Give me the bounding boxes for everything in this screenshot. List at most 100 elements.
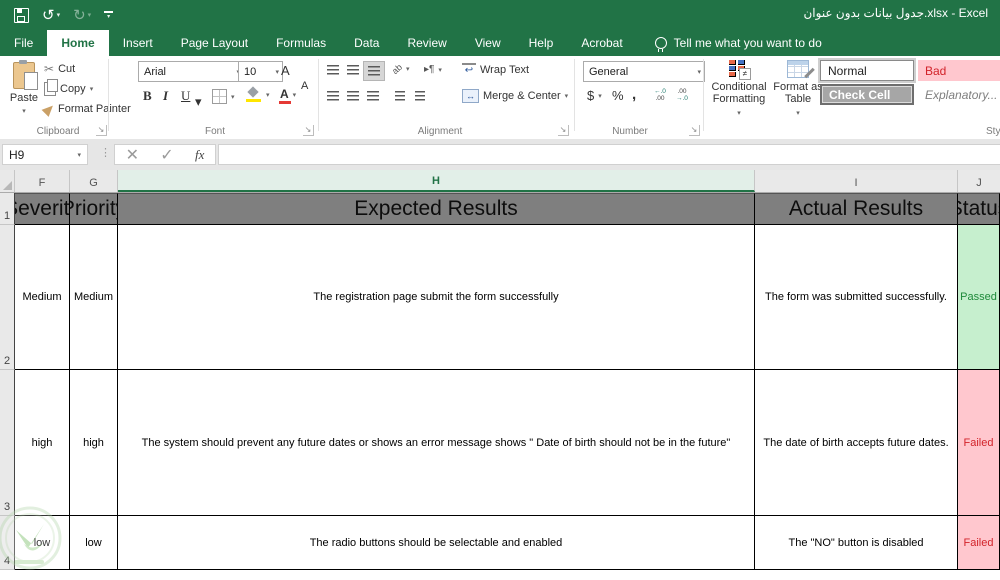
tab-page-layout[interactable]: Page Layout (167, 30, 262, 56)
enter-button[interactable]: ✓ (160, 145, 173, 165)
style-normal[interactable]: Normal (820, 60, 914, 81)
row-header-2[interactable]: 2 (0, 225, 15, 370)
number-format-select[interactable]: General ▾ (583, 61, 705, 82)
copy-button[interactable]: Copy ▾ (44, 79, 93, 96)
cell-actual[interactable]: The date of birth accepts future dates. (755, 370, 958, 516)
tab-formulas[interactable]: Formulas (262, 30, 340, 56)
font-size-value: 10 (244, 65, 257, 78)
comma-style-button[interactable]: , (632, 86, 636, 103)
cell-expected[interactable]: The radio buttons should be selectable a… (118, 516, 755, 570)
orientation-button[interactable]: ab ▾ (390, 62, 410, 76)
row-header-3[interactable]: 3 (0, 370, 15, 516)
tab-help[interactable]: Help (515, 30, 568, 56)
cell-expected[interactable]: The system should prevent any future dat… (118, 370, 755, 516)
style-explanatory[interactable]: Explanatory... (918, 84, 1000, 105)
merge-center-button[interactable]: ↔ Merge & Center ▾ (462, 89, 568, 103)
tab-file[interactable]: File (0, 30, 47, 56)
text-direction-button[interactable]: ▸¶ ▾ (424, 64, 442, 75)
cell-expected-results-header[interactable]: Expected Results (118, 193, 755, 225)
borders-button[interactable]: ▾ (212, 89, 235, 104)
wrap-text-button[interactable]: ↩ Wrap Text (462, 63, 529, 77)
conditional-formatting-button[interactable]: ≠ Conditional Formatting ▾ (708, 60, 770, 120)
cell-severity[interactable]: high (15, 370, 70, 516)
cell-severity[interactable]: low (15, 516, 70, 570)
name-box[interactable]: H9 ▾ (2, 144, 88, 165)
cancel-button[interactable]: ✕ (126, 145, 139, 165)
align-center-button[interactable] (343, 87, 363, 105)
decrease-indent-button[interactable] (390, 87, 410, 105)
column-header-g[interactable]: G (70, 170, 118, 192)
redo-button[interactable]: ↻ ▾ (73, 8, 91, 23)
insert-function-button[interactable]: fx (195, 147, 204, 163)
italic-button[interactable]: I (163, 88, 168, 104)
tab-home[interactable]: Home (47, 30, 109, 56)
save-icon (14, 7, 29, 23)
table-row: 2 Medium Medium The registration page su… (0, 225, 1000, 370)
align-top-button[interactable] (323, 61, 343, 79)
font-dialog-launcher[interactable]: ↘ (303, 125, 314, 136)
align-left-button[interactable] (323, 87, 343, 105)
tab-review[interactable]: Review (393, 30, 460, 56)
tab-insert[interactable]: Insert (109, 30, 167, 56)
conditional-formatting-label: Conditional Formatting (711, 81, 767, 105)
font-size-select[interactable]: 10 ▾ (238, 61, 283, 82)
paste-button[interactable]: Paste ▾ (6, 60, 42, 128)
cell-priority[interactable]: high (70, 370, 118, 516)
sheet-grid: 1 Severity Priority Expected Results Act… (0, 193, 1000, 570)
cell-status-failed[interactable]: Failed (958, 516, 1000, 570)
select-all-corner[interactable] (0, 170, 15, 192)
percent-style-button[interactable]: % (612, 88, 624, 103)
increase-decimal-button[interactable]: ←.0.00 (654, 88, 666, 102)
accounting-format-button[interactable]: $ ▾ (587, 88, 602, 103)
formula-bar-splitter[interactable]: ⋮ (100, 146, 111, 159)
cell-priority[interactable]: Medium (70, 225, 118, 370)
row-header-1[interactable]: 1 (0, 193, 15, 225)
number-dialog-launcher[interactable]: ↘ (689, 125, 700, 136)
cell-severity-header[interactable]: Severity (15, 193, 70, 225)
tell-me-box[interactable]: Tell me what you want to do (645, 30, 832, 56)
customize-qat-button[interactable]: ▾ (104, 10, 114, 20)
tab-acrobat[interactable]: Acrobat (567, 30, 636, 56)
style-check-cell[interactable]: Check Cell (820, 84, 914, 105)
style-bad[interactable]: Bad (918, 60, 1000, 81)
align-middle-button[interactable] (343, 61, 363, 79)
cell-actual[interactable]: The "NO" button is disabled (755, 516, 958, 570)
cell-actual[interactable]: The form was submitted successfully. (755, 225, 958, 370)
undo-button[interactable]: ↺ ▾ (42, 8, 60, 23)
cut-label: Cut (58, 63, 76, 75)
cell-status-header[interactable]: Status (958, 193, 1000, 225)
cut-button[interactable]: ✂ Cut (44, 63, 75, 75)
alignment-dialog-launcher[interactable]: ↘ (558, 125, 569, 136)
cell-priority-header[interactable]: Priority (70, 193, 118, 225)
font-color-button[interactable]: A ▾ (279, 88, 296, 104)
align-bottom-button[interactable] (363, 61, 385, 81)
increase-indent-button[interactable] (410, 87, 430, 105)
align-right-button[interactable] (363, 87, 383, 105)
cell-priority[interactable]: low (70, 516, 118, 570)
clipboard-dialog-launcher[interactable]: ↘ (96, 125, 107, 136)
cell-severity[interactable]: Medium (15, 225, 70, 370)
bold-button[interactable]: B (143, 88, 152, 104)
column-header-i[interactable]: I (755, 170, 958, 192)
format-as-table-label: Format as Table (773, 81, 823, 105)
cell-status-failed[interactable]: Failed (958, 370, 1000, 516)
font-family-select[interactable]: Arial ▾ (138, 61, 244, 82)
column-header-h[interactable]: H (118, 170, 755, 192)
save-button[interactable] (14, 7, 29, 23)
tab-data[interactable]: Data (340, 30, 393, 56)
row-header-4[interactable]: 4 (0, 516, 15, 570)
column-header-f[interactable]: F (15, 170, 70, 192)
group-separator (703, 59, 704, 131)
tab-view[interactable]: View (461, 30, 515, 56)
underline-caret-icon[interactable]: ▾ (195, 94, 202, 110)
cell-actual-results-header[interactable]: Actual Results (755, 193, 958, 225)
formula-input[interactable] (218, 144, 1000, 165)
decrease-decimal-button[interactable]: .00 →.0 (676, 88, 688, 102)
cell-expected[interactable]: The registration page submit the form su… (118, 225, 755, 370)
format-painter-button[interactable]: Format Painter (41, 101, 131, 117)
cell-status-passed[interactable]: Passed (958, 225, 1000, 370)
underline-button[interactable]: U (181, 88, 190, 104)
format-as-table-button[interactable]: Format as Table ▾ (772, 60, 824, 120)
fill-color-button[interactable]: ▾ (246, 88, 270, 102)
column-header-j[interactable]: J (958, 170, 1000, 192)
